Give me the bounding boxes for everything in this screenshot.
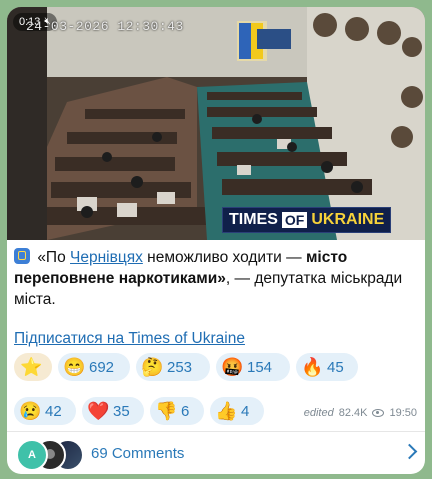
reaction-count: 253 (167, 358, 193, 376)
fire-icon: 🔥 (301, 357, 324, 377)
message-meta: edited 82.4K 19:50 (304, 407, 417, 419)
avatar: A (16, 438, 48, 471)
reaction-count: 35 (113, 402, 130, 420)
reaction-count: 692 (89, 358, 115, 376)
quote-open: «По (37, 249, 71, 266)
comments-button[interactable]: A 69 Comments (7, 431, 425, 474)
thinking-reaction[interactable]: 🤔 253 (136, 353, 210, 381)
message-bubble: 0:13 🔇︎ 24-03-2026 12:30:43 TIMES OF UKR… (7, 7, 425, 474)
times-of-ukraine-logo: TIMES OF UKRAINE (222, 207, 392, 233)
grin-icon: 😁 (63, 357, 86, 377)
crying-icon: 😢 (19, 401, 42, 421)
chevron-right-icon (401, 443, 418, 460)
heart-icon: ❤️ (87, 401, 110, 421)
post-text: «По Чернівцях неможливо ходити — місто п… (14, 247, 414, 310)
thumbs-up-icon: 👍 (215, 401, 238, 421)
commenter-avatars: A (16, 438, 96, 471)
brand-ukraine: UKRAINE (311, 211, 385, 228)
building-icon (14, 248, 30, 264)
thumbs-up-reaction[interactable]: 👍 4 (210, 397, 264, 425)
message-time: 19:50 (389, 407, 417, 419)
cursing-icon: 🤬 (221, 357, 244, 377)
reaction-count: 45 (327, 358, 344, 376)
video-timestamp-overlay: 24-03-2026 12:30:43 (26, 19, 184, 34)
brand-times: TIMES (229, 211, 278, 228)
brand-of: OF (281, 212, 308, 228)
reaction-count: 4 (241, 402, 250, 420)
grin-reaction[interactable]: 😁 692 (58, 353, 130, 381)
video-preview[interactable]: 0:13 🔇︎ 24-03-2026 12:30:43 TIMES OF UKR… (7, 7, 425, 240)
thumbs-down-icon: 👎 (155, 401, 178, 421)
fire-reaction[interactable]: 🔥 45 (296, 353, 358, 381)
cursing-reaction[interactable]: 🤬 154 (216, 353, 290, 381)
heart-reaction[interactable]: ❤️ 35 (82, 397, 144, 425)
text-part-1: неможливо ходити — (142, 249, 306, 266)
city-link[interactable]: Чернівцях (70, 249, 143, 266)
reaction-count: 6 (181, 402, 190, 420)
comments-label: 69 Comments (91, 445, 185, 462)
thumbs-down-reaction[interactable]: 👎 6 (150, 397, 204, 425)
star-reaction[interactable]: ⭐ (14, 353, 52, 381)
crying-reaction[interactable]: 😢 42 (14, 397, 76, 425)
eye-icon (372, 409, 385, 417)
view-count: 82.4K (338, 407, 368, 419)
council-hall-image (7, 7, 425, 240)
reaction-count: 42 (45, 402, 62, 420)
thinking-icon: 🤔 (141, 357, 164, 377)
edited-label: edited (303, 407, 334, 419)
star-icon: ⭐ (20, 357, 43, 377)
reaction-count: 154 (247, 358, 273, 376)
subscribe-link[interactable]: Підписатися на Times of Ukraine (14, 330, 245, 348)
